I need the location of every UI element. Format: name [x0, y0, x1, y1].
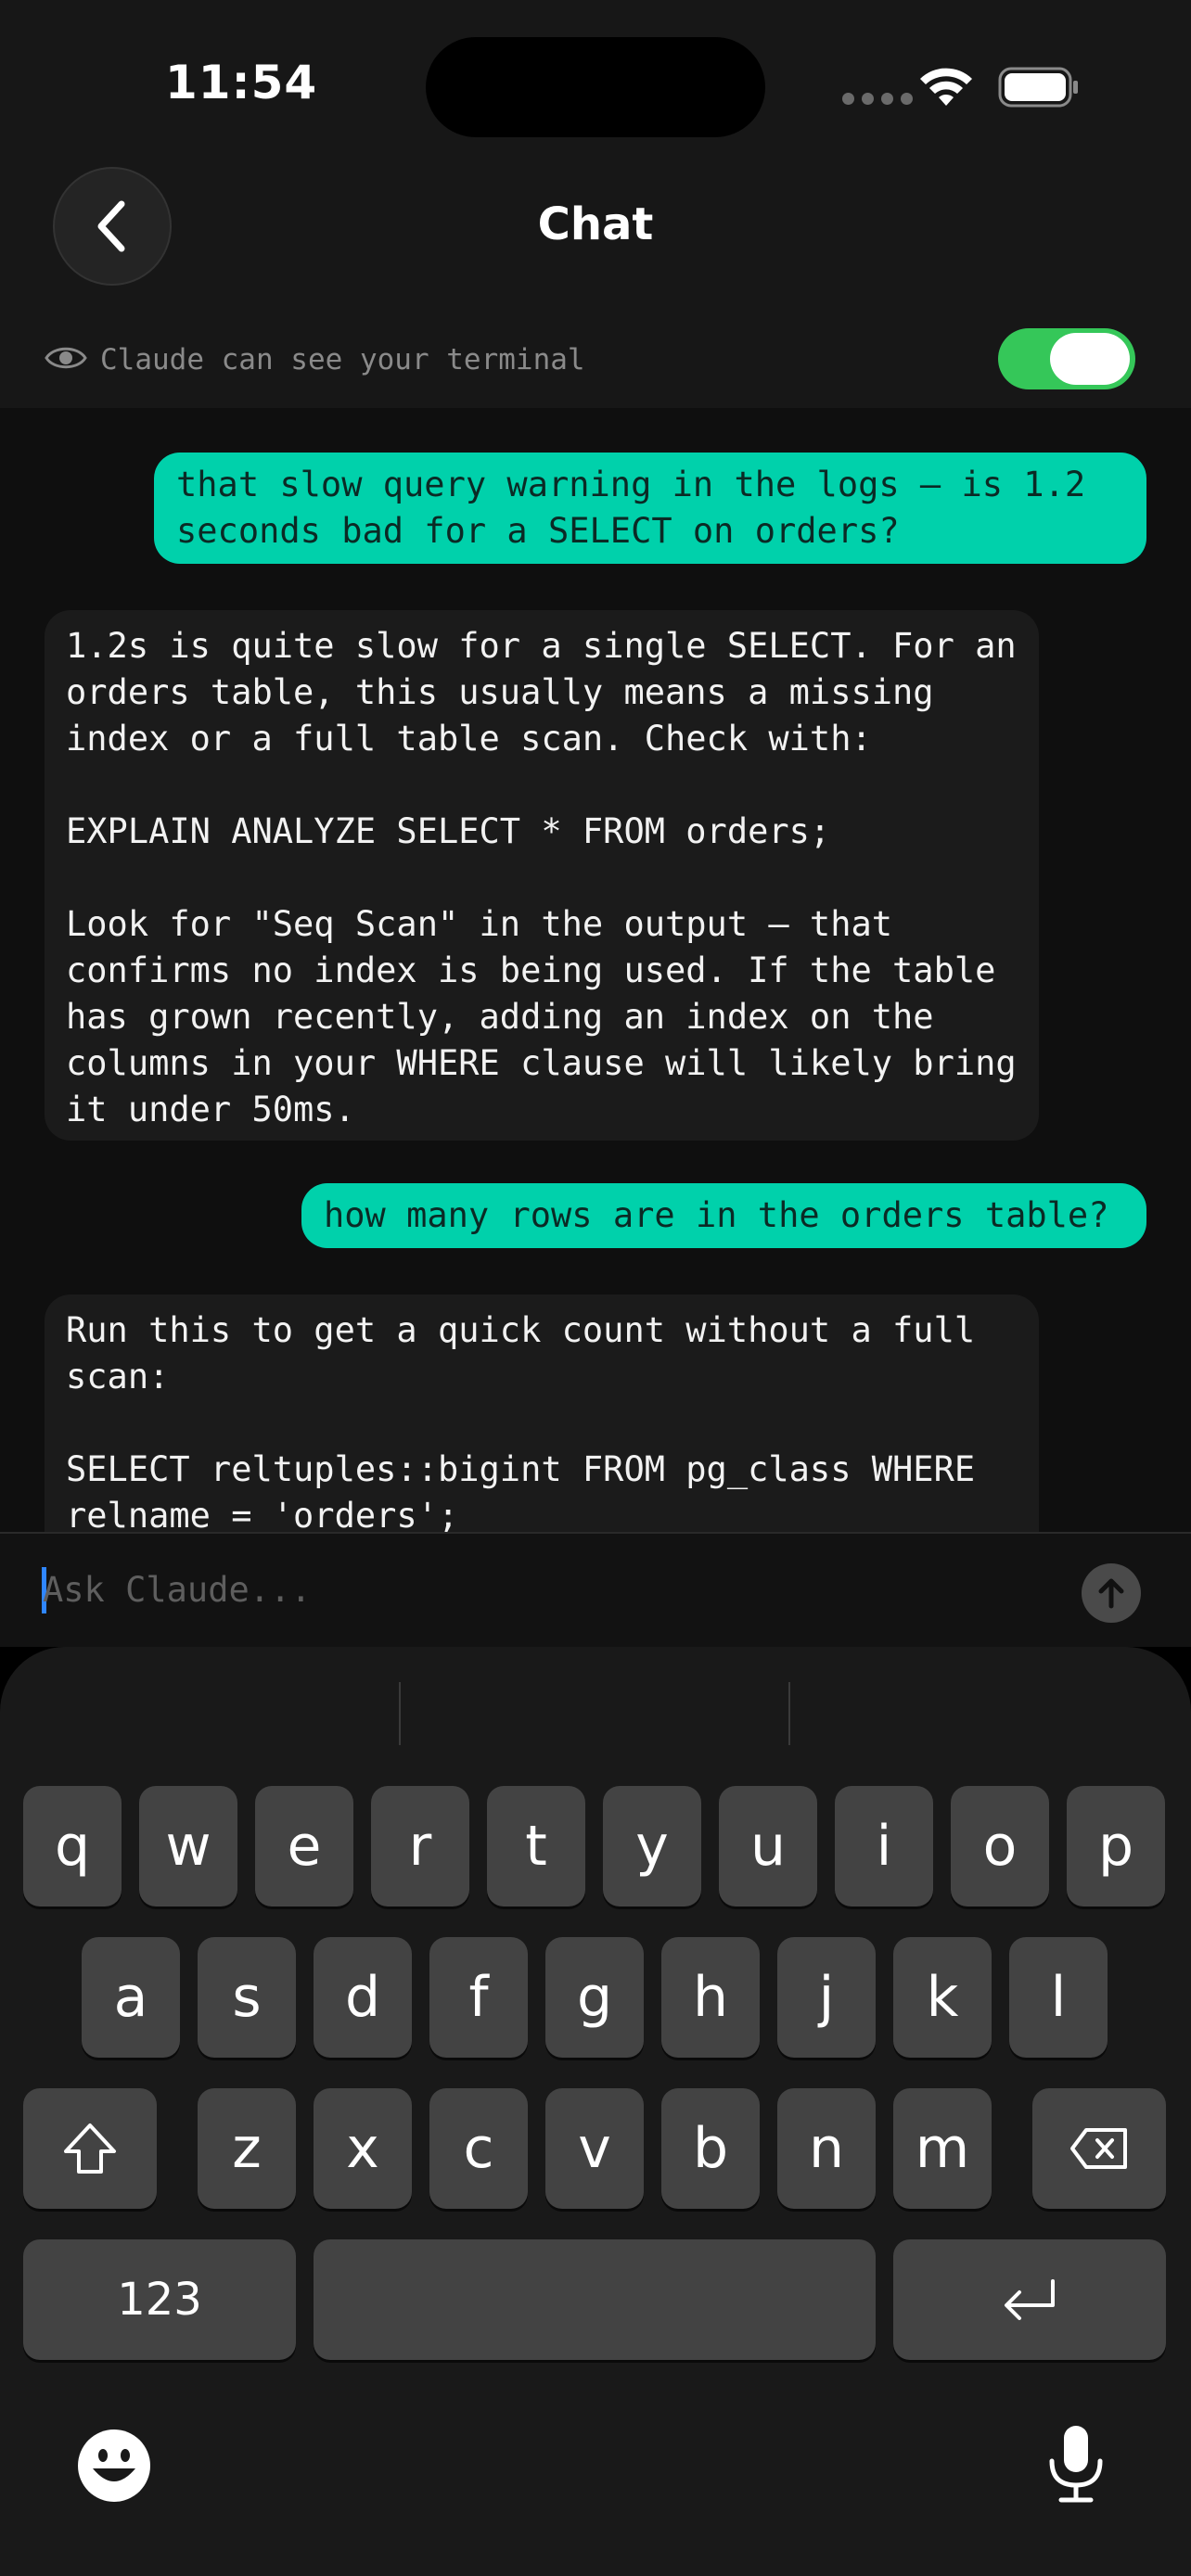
navigation-header: Chat — [0, 167, 1191, 287]
key-h[interactable]: h — [661, 1937, 760, 2058]
key-x[interactable]: x — [314, 2088, 412, 2209]
keyboard-panel: q w e r t y u i o p a s d f g h j k l z … — [0, 1647, 1191, 2576]
return-key[interactable] — [893, 2239, 1166, 2360]
assistant-message: 1.2s is quite slow for a single SELECT. … — [45, 610, 1039, 1141]
key-i[interactable]: i — [835, 1786, 933, 1906]
status-bar: 11:54 — [0, 0, 1191, 167]
microphone-icon[interactable] — [1046, 2424, 1106, 2504]
key-c[interactable]: c — [429, 2088, 528, 2209]
terminal-visibility-label: Claude can see your terminal — [100, 343, 585, 376]
key-y[interactable]: y — [603, 1786, 701, 1906]
suggestion-divider — [399, 1682, 401, 1745]
clock: 11:54 — [165, 56, 318, 109]
key-z[interactable]: z — [198, 2088, 296, 2209]
key-w[interactable]: w — [139, 1786, 237, 1906]
key-j[interactable]: j — [777, 1937, 876, 2058]
chat-thread[interactable]: that slow query warning in the logs — is… — [0, 408, 1191, 1532]
key-q[interactable]: q — [23, 1786, 122, 1906]
user-message: that slow query warning in the logs — is… — [154, 453, 1146, 564]
shift-icon — [64, 2123, 116, 2174]
key-g[interactable]: g — [545, 1937, 644, 2058]
ask-input[interactable] — [43, 1562, 1044, 1617]
user-message: how many rows are in the orders table? — [301, 1183, 1146, 1248]
key-d[interactable]: d — [314, 1937, 412, 2058]
key-o[interactable]: o — [951, 1786, 1049, 1906]
key-m[interactable]: m — [893, 2088, 992, 2209]
key-v[interactable]: v — [545, 2088, 644, 2209]
return-icon — [1005, 2279, 1055, 2320]
battery-icon — [998, 67, 1078, 108]
key-p[interactable]: p — [1067, 1786, 1165, 1906]
toggle-knob — [1050, 333, 1130, 385]
key-b[interactable]: b — [661, 2088, 760, 2209]
key-u[interactable]: u — [719, 1786, 817, 1906]
key-a[interactable]: a — [82, 1937, 180, 2058]
key-f[interactable]: f — [429, 1937, 528, 2058]
key-s[interactable]: s — [198, 1937, 296, 2058]
emoji-icon[interactable] — [76, 2428, 152, 2504]
shift-key[interactable] — [23, 2088, 157, 2209]
space-key[interactable] — [314, 2239, 876, 2360]
wifi-icon — [920, 68, 972, 106]
arrow-up-icon — [1098, 1578, 1124, 1609]
key-l[interactable]: l — [1009, 1937, 1108, 2058]
page-title: Chat — [537, 198, 654, 250]
key-k[interactable]: k — [893, 1937, 992, 2058]
delete-key[interactable] — [1032, 2088, 1166, 2209]
eye-icon — [45, 347, 87, 369]
assistant-message: Run this to get a quick count without a … — [45, 1294, 1039, 1532]
cellular-signal-icon — [842, 93, 913, 105]
dynamic-island — [426, 37, 765, 137]
key-n[interactable]: n — [777, 2088, 876, 2209]
backspace-icon — [1070, 2128, 1127, 2169]
terminal-visibility-toggle[interactable] — [998, 328, 1135, 389]
onscreen-keyboard: q w e r t y u i o p a s d f g h j k l z … — [0, 1647, 1191, 2576]
key-t[interactable]: t — [487, 1786, 585, 1906]
numbers-key[interactable]: 123 — [23, 2239, 296, 2360]
message-composer — [0, 1532, 1191, 1647]
send-button[interactable] — [1082, 1563, 1141, 1623]
suggestion-divider — [788, 1682, 790, 1745]
terminal-visibility-row: Claude can see your terminal — [0, 325, 1191, 408]
key-r[interactable]: r — [371, 1786, 469, 1906]
key-e[interactable]: e — [255, 1786, 353, 1906]
